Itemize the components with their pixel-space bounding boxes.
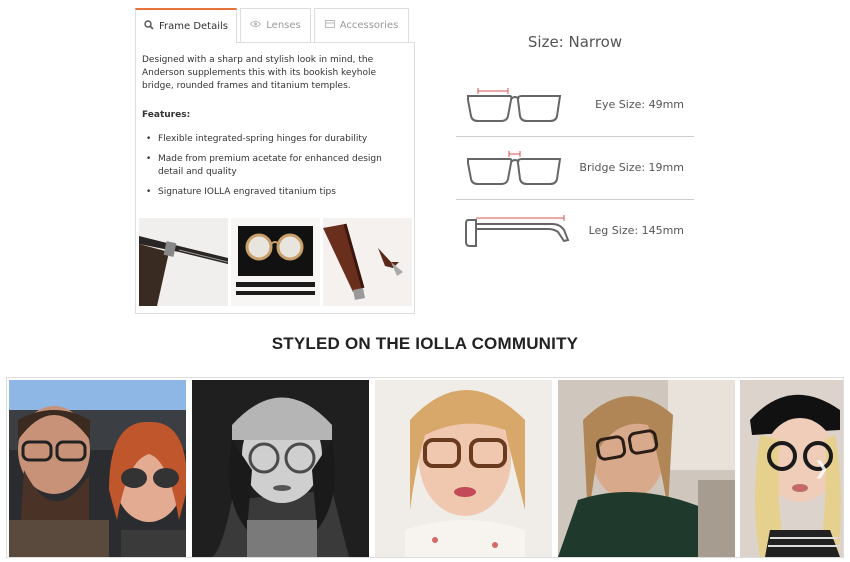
product-tabs: Frame Details Lenses Accessories	[135, 8, 415, 43]
search-icon	[144, 20, 154, 33]
list-item: Flexible integrated-spring hinges for du…	[146, 133, 408, 146]
tab-label: Lenses	[266, 20, 301, 31]
community-photo[interactable]	[375, 380, 552, 557]
eye-size-label: Eye Size: 49mm	[595, 98, 684, 111]
tab-label: Accessories	[339, 20, 399, 31]
bridge-size-label: Bridge Size: 19mm	[579, 161, 684, 174]
glasses-side-icon	[465, 215, 570, 247]
tab-frame-details[interactable]: Frame Details	[135, 8, 237, 43]
chevron-right-icon[interactable]: ❯	[814, 458, 829, 479]
community-photo[interactable]	[558, 380, 735, 557]
frame-description: Designed with a sharp and stylish look i…	[142, 55, 377, 91]
leg-size-row: Leg Size: 145mm	[456, 200, 694, 263]
community-title: STYLED ON THE IOLLA COMMUNITY	[271, 334, 579, 353]
eye-size-row: Eye Size: 49mm	[456, 74, 694, 137]
list-item: Made from premium acetate for enhanced d…	[146, 153, 408, 179]
bridge-size-row: Bridge Size: 19mm	[456, 137, 694, 200]
features-heading: Features:	[142, 110, 191, 120]
tab-label: Frame Details	[158, 21, 228, 32]
size-title: Size: Narrow	[527, 33, 623, 51]
glasses-front-icon	[467, 151, 562, 185]
community-photo[interactable]	[9, 380, 186, 557]
frame-details-panel: Designed with a sharp and stylish look i…	[135, 42, 415, 314]
community-photo[interactable]	[192, 380, 369, 557]
titanium-tips-image[interactable]	[323, 218, 412, 306]
glasses-case-image[interactable]	[231, 218, 320, 306]
detail-thumbnails	[139, 218, 413, 306]
glasses-front-icon	[467, 88, 562, 122]
features-list: Flexible integrated-spring hinges for du…	[146, 133, 408, 206]
list-item: Signature IOLLA engraved titanium tips	[146, 186, 408, 199]
community-gallery: ❯	[6, 377, 844, 558]
eye-icon	[250, 20, 262, 31]
case-icon	[324, 20, 335, 31]
tab-accessories[interactable]: Accessories	[314, 8, 409, 42]
hinge-closeup-image[interactable]	[139, 218, 228, 306]
leg-size-label: Leg Size: 145mm	[588, 224, 684, 237]
tab-lenses[interactable]: Lenses	[240, 8, 311, 42]
